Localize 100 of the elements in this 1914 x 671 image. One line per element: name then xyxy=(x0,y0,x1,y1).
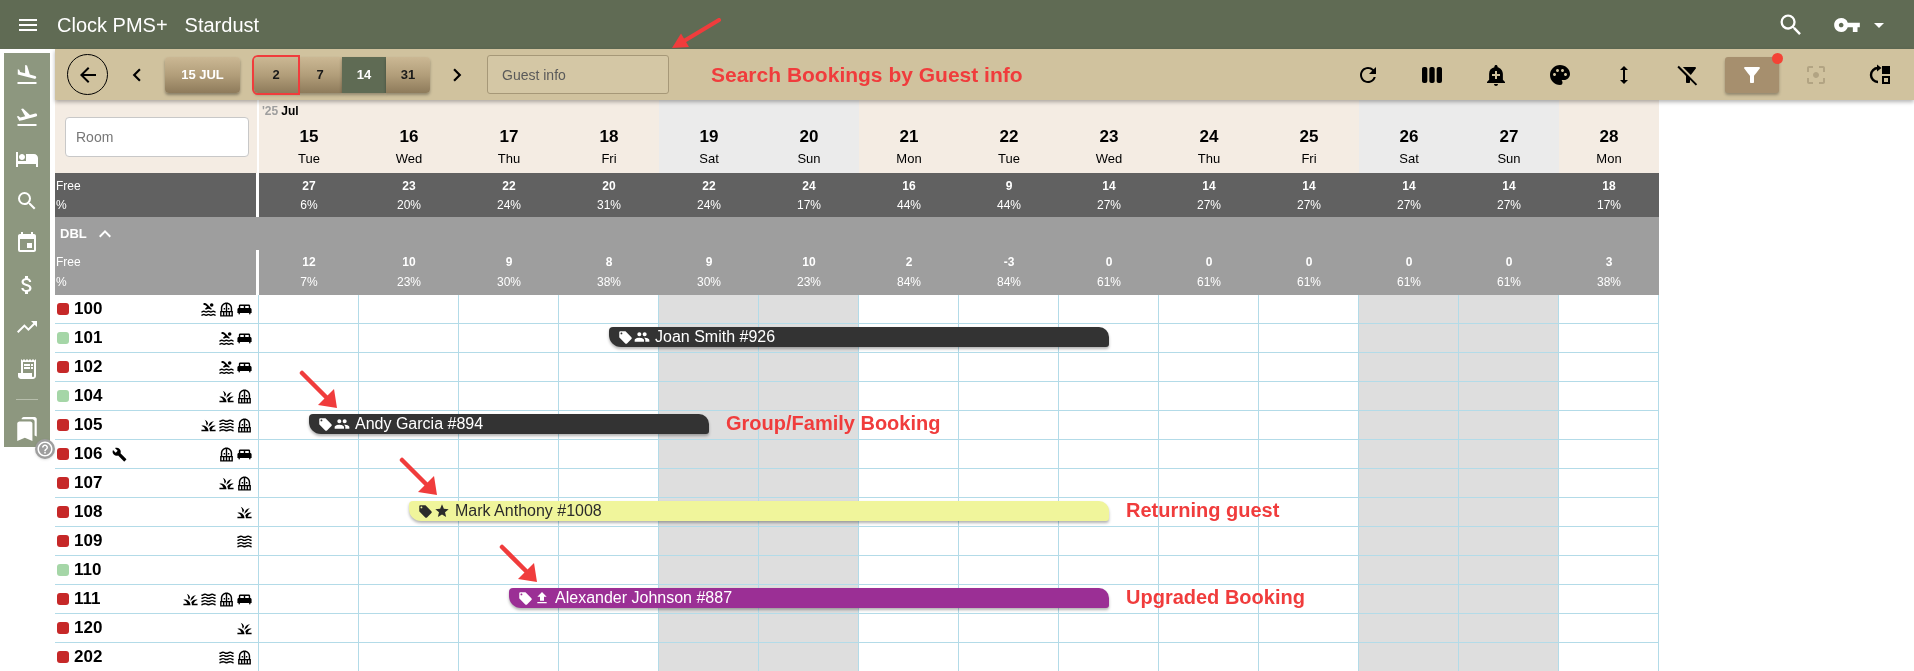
day-range-tab[interactable]: 7 xyxy=(298,56,342,93)
tag-icon xyxy=(418,503,433,519)
year-label: '25 xyxy=(262,103,279,120)
room-number: 108 xyxy=(74,502,103,522)
day-range-tab[interactable]: 31 xyxy=(386,56,430,93)
free-count: 16 xyxy=(902,178,916,195)
booking-bar[interactable]: Mark Anthony #1008 xyxy=(409,501,1109,521)
free-count: 0 xyxy=(1505,254,1513,271)
curved-arrow-squares-icon[interactable] xyxy=(1868,62,1892,87)
balcony-icon xyxy=(236,416,253,434)
guest-name: Alexander Johnson #887 xyxy=(555,588,733,608)
guest-name: Joan Smith #926 xyxy=(655,327,776,347)
upload-icon xyxy=(534,590,550,606)
weekday-label: Wed xyxy=(1095,151,1123,167)
occupancy-percent: 84% xyxy=(897,274,921,291)
room-number: 105 xyxy=(74,415,103,435)
free-count: 12 xyxy=(302,254,316,271)
occupancy-percent: 24% xyxy=(697,197,721,214)
bookmarks-icon[interactable] xyxy=(14,416,40,442)
day-number: 16 xyxy=(399,127,419,147)
room-number: 111 xyxy=(74,589,101,609)
room-number: 120 xyxy=(74,618,103,638)
room-number: 100 xyxy=(74,299,103,319)
occupancy-percent: 27% xyxy=(1497,197,1521,214)
guest-name: Mark Anthony #1008 xyxy=(455,501,602,521)
room-number: 202 xyxy=(74,647,103,667)
day-number: 22 xyxy=(999,127,1019,147)
booking-bar[interactable]: Joan Smith #926 xyxy=(609,327,1109,347)
balcony-icon xyxy=(236,474,253,492)
annotation-label: Search Bookings by Guest info xyxy=(711,61,1023,88)
bell-plus-icon[interactable] xyxy=(1484,62,1508,87)
palette-icon[interactable] xyxy=(1548,62,1572,87)
day-number: 24 xyxy=(1199,127,1219,147)
occupancy-percent: 44% xyxy=(897,197,921,214)
booking-bar[interactable]: Alexander Johnson #887 xyxy=(509,588,1109,608)
annotation-label: Upgraded Booking xyxy=(1126,586,1305,609)
help-icon[interactable] xyxy=(35,439,55,459)
free-count: 22 xyxy=(702,178,716,195)
weekday-label: Mon xyxy=(896,151,922,167)
tag-icon xyxy=(318,416,333,432)
occupancy-percent: 17% xyxy=(1597,197,1621,214)
guest-search-field[interactable]: Guest info xyxy=(487,55,669,94)
free-count: 23 xyxy=(402,178,416,195)
room-number: 101 xyxy=(74,328,103,348)
annotation-arrow xyxy=(499,544,539,584)
occupancy-percent: 38% xyxy=(1597,274,1621,291)
free-count: 8 xyxy=(605,254,613,271)
day-range-tab[interactable]: 14 xyxy=(342,56,386,93)
day-number: 23 xyxy=(1099,127,1119,147)
free-count: 24 xyxy=(802,178,816,195)
weekday-label: Sat xyxy=(1399,151,1419,167)
receipt-icon[interactable] xyxy=(15,357,39,381)
percent-label: % xyxy=(56,197,67,214)
room-filter-field[interactable]: Room xyxy=(65,117,249,157)
booking-bar[interactable]: Andy Garcia #894 xyxy=(309,414,709,434)
day-number: 19 xyxy=(699,127,719,147)
swimmer-icon xyxy=(218,358,235,376)
annotation-label: Returning guest xyxy=(1126,499,1280,522)
occupancy-percent: 23% xyxy=(397,274,421,291)
weekday-label: Wed xyxy=(395,151,423,167)
free-count: 22 xyxy=(502,178,516,195)
day-number: 26 xyxy=(1399,127,1419,147)
annotation-arrow xyxy=(299,370,339,410)
weekday-label: Sun xyxy=(797,151,821,167)
occupancy-percent: 30% xyxy=(697,274,721,291)
day-number: 17 xyxy=(499,127,519,147)
occupancy-percent: 61% xyxy=(1497,274,1521,291)
free-count: 9 xyxy=(1005,178,1013,195)
annotation-arrow xyxy=(399,457,439,497)
occupancy-percent: 61% xyxy=(1097,274,1121,291)
balcony-icon xyxy=(218,300,235,318)
occupancy-percent: 30% xyxy=(497,274,521,291)
star-icon xyxy=(434,503,450,519)
weekday-label: Sat xyxy=(699,151,719,167)
occupancy-percent: 20% xyxy=(397,197,421,214)
swimmer-icon xyxy=(200,300,217,318)
weekday-label: Fri xyxy=(1301,151,1317,167)
occupancy-percent: 27% xyxy=(1297,197,1321,214)
free-count: 3 xyxy=(1605,254,1613,271)
occupancy-percent: 61% xyxy=(1197,274,1221,291)
weekday-label: Mon xyxy=(1596,151,1622,167)
room-number: 104 xyxy=(74,386,103,406)
calendar-icon[interactable] xyxy=(15,231,39,255)
occupancy-percent: 24% xyxy=(497,197,521,214)
free-count: 9 xyxy=(505,254,513,271)
occupancy-percent: 6% xyxy=(300,197,318,214)
occupancy-percent: 31% xyxy=(597,197,621,214)
property-name: Stardust xyxy=(184,12,260,38)
free-count: 14 xyxy=(1102,178,1116,195)
day-number: 28 xyxy=(1599,127,1619,147)
occupancy-percent: 27% xyxy=(1397,197,1421,214)
room-number: 102 xyxy=(74,357,103,377)
day-range-tab[interactable]: 2 xyxy=(254,56,298,93)
balcony-icon xyxy=(236,648,253,666)
occupancy-percent: 61% xyxy=(1397,274,1421,291)
weekday-label: Tue xyxy=(998,151,1020,167)
plane-landing-icon[interactable] xyxy=(15,63,39,87)
free-count: 14 xyxy=(1402,178,1416,195)
balcony-icon xyxy=(218,590,235,608)
free-label: Free xyxy=(56,178,81,195)
